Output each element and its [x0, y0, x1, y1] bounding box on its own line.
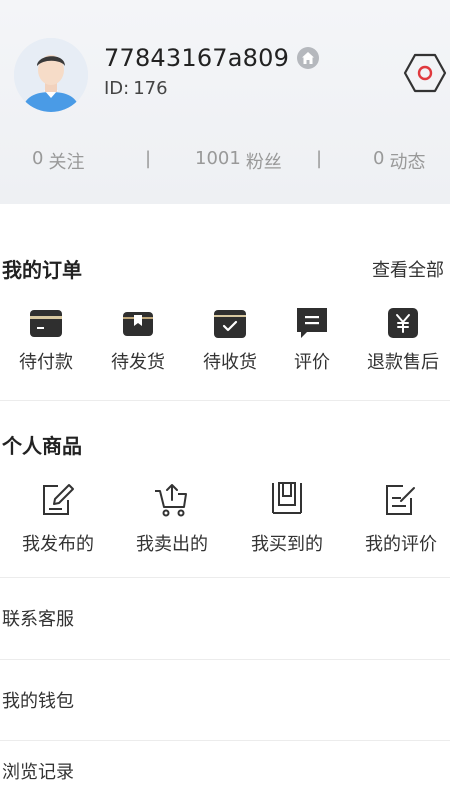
- avatar-person-icon: [14, 38, 88, 112]
- menu-label: 我的钱包: [2, 691, 74, 712]
- username-row: 77843167a809: [104, 44, 320, 72]
- product-label: 我买到的: [251, 534, 323, 555]
- order-label: 评价: [294, 352, 330, 373]
- order-label: 待付款: [19, 352, 73, 373]
- order-review[interactable]: 评价: [267, 306, 357, 374]
- view-all-orders-link[interactable]: 查看全部: [372, 256, 444, 282]
- product-bought[interactable]: 我买到的: [232, 480, 342, 556]
- fans-label: 粉丝: [245, 152, 282, 173]
- posts-label: 动态: [389, 152, 426, 173]
- order-refund[interactable]: 退款售后: [358, 306, 448, 374]
- cart-upload-icon: [155, 484, 187, 517]
- menu-label: 浏览记录: [2, 761, 74, 783]
- stat-separator: |: [316, 148, 323, 169]
- fans-count: 1001: [195, 148, 241, 169]
- order-label: 待发货: [111, 352, 165, 373]
- order-pending-receipt[interactable]: 待收货: [185, 306, 275, 374]
- bag-icon: [272, 482, 302, 514]
- order-pending-shipment[interactable]: 待发货: [93, 306, 183, 374]
- settings-button[interactable]: [402, 50, 448, 96]
- avatar[interactable]: [14, 38, 88, 112]
- home-icon[interactable]: [297, 47, 320, 69]
- settings-hexagon-icon: [403, 53, 447, 93]
- divider: [0, 400, 450, 401]
- following-label: 关注: [48, 152, 85, 173]
- menu-my-wallet[interactable]: 我的钱包: [0, 660, 450, 740]
- stat-posts[interactable]: 0 动态: [373, 148, 425, 174]
- following-count: 0: [32, 148, 44, 169]
- menu-browse-history[interactable]: 浏览记录: [0, 741, 450, 800]
- wallet-icon: [30, 310, 62, 337]
- user-id: ID: 176: [104, 78, 168, 99]
- posts-count: 0: [373, 148, 385, 169]
- note-edit-icon: [386, 485, 415, 515]
- product-my-reviews[interactable]: 我的评价: [346, 480, 450, 556]
- order-label: 退款售后: [367, 352, 439, 373]
- product-published[interactable]: 我发布的: [3, 480, 113, 556]
- username: 77843167a809: [104, 44, 290, 72]
- stat-following[interactable]: 0 关注: [32, 148, 84, 174]
- order-label: 待收货: [203, 352, 257, 373]
- home-glyph: [302, 52, 315, 64]
- profile-header: 77843167a809 ID: 176 0 关注 | 1001 粉丝 | 0 …: [0, 0, 450, 204]
- order-pending-payment[interactable]: 待付款: [1, 306, 91, 374]
- received-box-icon: [214, 310, 246, 338]
- stats-bar: 0 关注 | 1001 粉丝 | 0 动态: [0, 146, 450, 176]
- stat-fans[interactable]: 1001 粉丝: [195, 148, 282, 174]
- product-label: 我的评价: [365, 534, 437, 555]
- edit-document-icon: [43, 484, 74, 515]
- product-sold[interactable]: 我卖出的: [117, 480, 227, 556]
- user-id-label: ID:: [104, 78, 130, 99]
- menu-contact-support[interactable]: 联系客服: [0, 578, 450, 658]
- user-id-value: 176: [133, 78, 168, 99]
- product-label: 我卖出的: [136, 534, 208, 555]
- stat-separator: |: [145, 148, 152, 169]
- menu-label: 联系客服: [2, 609, 74, 630]
- orders-section-title: 我的订单: [2, 258, 82, 282]
- product-label: 我发布的: [22, 534, 94, 555]
- review-chat-icon: [297, 308, 327, 338]
- refund-yen-icon: [388, 308, 418, 338]
- products-section-title: 个人商品: [2, 434, 82, 458]
- package-icon: [123, 312, 153, 336]
